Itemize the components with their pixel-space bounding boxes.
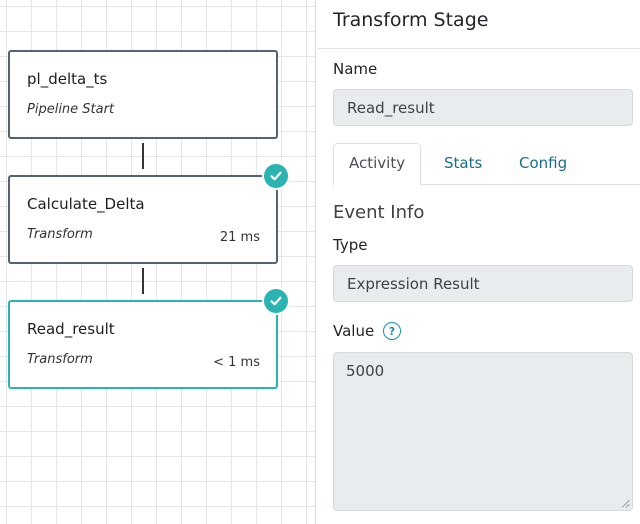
node-type: Pipeline Start bbox=[27, 102, 115, 117]
pipeline-node-calculate-delta[interactable]: Calculate_Delta Transform 21 ms bbox=[8, 162, 290, 264]
name-field[interactable]: Read_result bbox=[333, 89, 633, 126]
node-title: Read_result bbox=[27, 320, 115, 338]
node-type: Transform bbox=[27, 352, 93, 367]
value-textarea[interactable]: 5000 bbox=[333, 352, 633, 511]
tab-stats[interactable]: Stats bbox=[444, 143, 482, 185]
check-circle-icon bbox=[262, 287, 290, 315]
value-label: Value bbox=[333, 322, 375, 340]
node-title: pl_delta_ts bbox=[27, 70, 108, 88]
value-text: 5000 bbox=[346, 362, 385, 380]
stage-detail-panel: Transform Stage Name Read_result Activit… bbox=[317, 0, 640, 524]
node-duration: 21 ms bbox=[219, 230, 260, 245]
pipeline-canvas[interactable]: pl_delta_ts Pipeline Start Calculate_Del… bbox=[0, 0, 316, 524]
resize-grip-icon[interactable] bbox=[621, 499, 630, 508]
node-title: Calculate_Delta bbox=[27, 195, 145, 213]
stage-tabs: Activity Stats Config bbox=[333, 143, 640, 186]
tab-activity[interactable]: Activity bbox=[333, 143, 422, 186]
name-label: Name bbox=[333, 60, 378, 78]
panel-title: Transform Stage bbox=[333, 9, 489, 31]
node-duration: < 1 ms bbox=[213, 355, 260, 370]
event-info-heading: Event Info bbox=[333, 202, 425, 223]
pipeline-node-read-result[interactable]: Read_result Transform < 1 ms bbox=[8, 287, 290, 389]
check-circle-icon bbox=[262, 162, 290, 190]
node-connector bbox=[142, 143, 144, 169]
question-circle-icon[interactable]: ? bbox=[383, 322, 401, 340]
panel-divider bbox=[317, 48, 640, 49]
node-connector bbox=[142, 268, 144, 294]
tab-config[interactable]: Config bbox=[519, 143, 567, 185]
node-type: Transform bbox=[27, 227, 93, 242]
type-field[interactable]: Expression Result bbox=[333, 265, 633, 302]
pipeline-node-pl-delta-ts[interactable]: pl_delta_ts Pipeline Start bbox=[8, 50, 278, 139]
type-label: Type bbox=[333, 236, 368, 254]
